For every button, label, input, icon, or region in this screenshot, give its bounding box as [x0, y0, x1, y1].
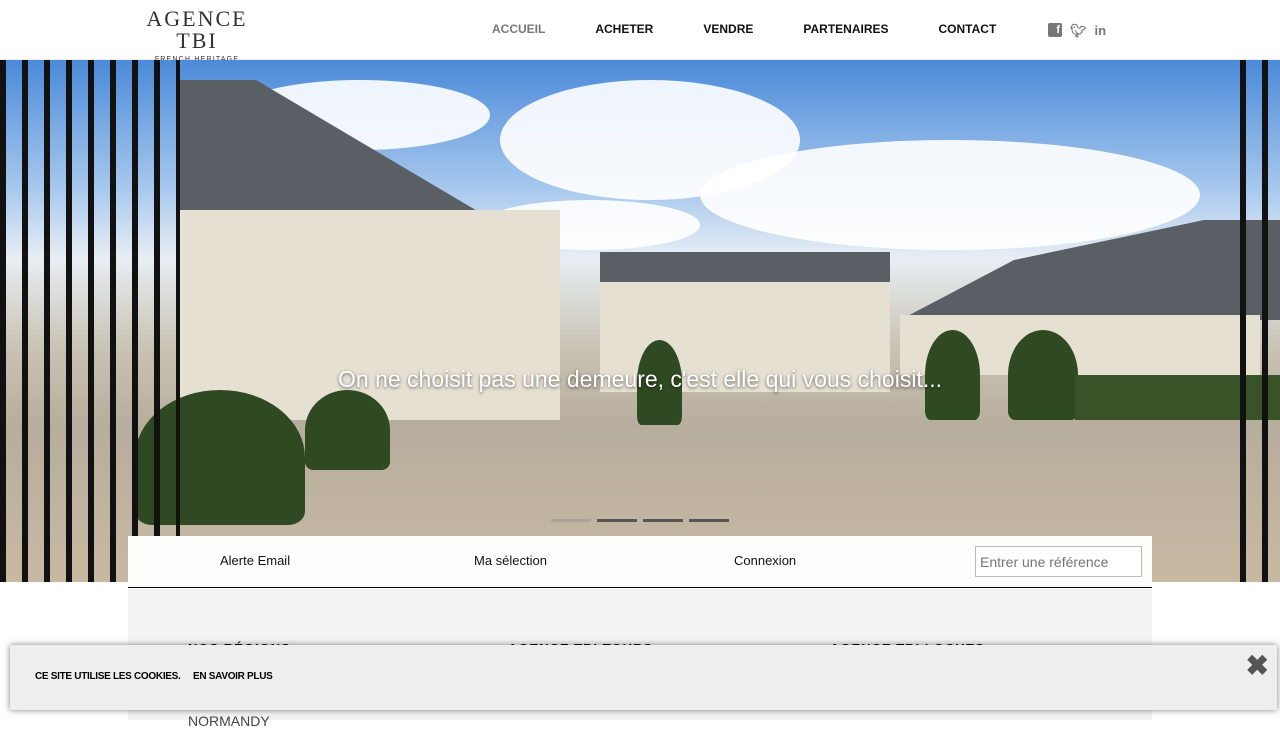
email-alert-link[interactable]: Alerte Email [220, 553, 290, 568]
twitter-icon[interactable]: 🐦︎ [1070, 23, 1087, 39]
cookie-banner: CE SITE UTILISE LES COOKIES. EN SAVOIR P… [10, 645, 1277, 710]
reference-search-input[interactable] [975, 546, 1142, 577]
hero-tagline: On ne choisit pas une demeure, c'est ell… [338, 366, 942, 392]
slide-dot[interactable] [689, 519, 729, 522]
slide-dot[interactable] [643, 519, 683, 522]
header: AGENCE TBI FRENCH HERITAGE PROPERTIES LO… [0, 0, 1280, 78]
slider-dots [551, 519, 729, 522]
logo-title: AGENCE TBI [146, 6, 248, 53]
social-links: f 🐦︎ in [1048, 23, 1106, 39]
slide-dot[interactable] [551, 519, 591, 522]
facebook-icon[interactable]: f [1048, 23, 1062, 37]
nav-acheter[interactable]: ACHETER [595, 22, 653, 36]
linkedin-icon[interactable]: in [1095, 23, 1107, 39]
nav-partenaires[interactable]: PARTENAIRES [803, 22, 888, 36]
cookie-text: CE SITE UTILISE LES COOKIES. [35, 671, 181, 682]
hero-slider: On ne choisit pas une demeure, c'est ell… [0, 60, 1280, 582]
slide-dot[interactable] [597, 519, 637, 522]
main-nav: ACCUEIL ACHETER VENDRE PARTENAIRES CONTA… [492, 22, 1046, 36]
nav-contact[interactable]: CONTACT [939, 22, 997, 36]
cookie-learn-more-link[interactable]: EN SAVOIR PLUS [193, 671, 273, 682]
nav-vendre[interactable]: VENDRE [703, 22, 753, 36]
user-toolbar: Alerte Email Ma sélection Connexion [128, 536, 1152, 588]
login-link[interactable]: Connexion [734, 553, 796, 568]
my-selection-link[interactable]: Ma sélection [474, 553, 547, 568]
nav-accueil[interactable]: ACCUEIL [492, 22, 545, 36]
close-icon[interactable]: ✖ [1246, 649, 1269, 682]
region-link[interactable]: NORMANDY [188, 713, 270, 729]
